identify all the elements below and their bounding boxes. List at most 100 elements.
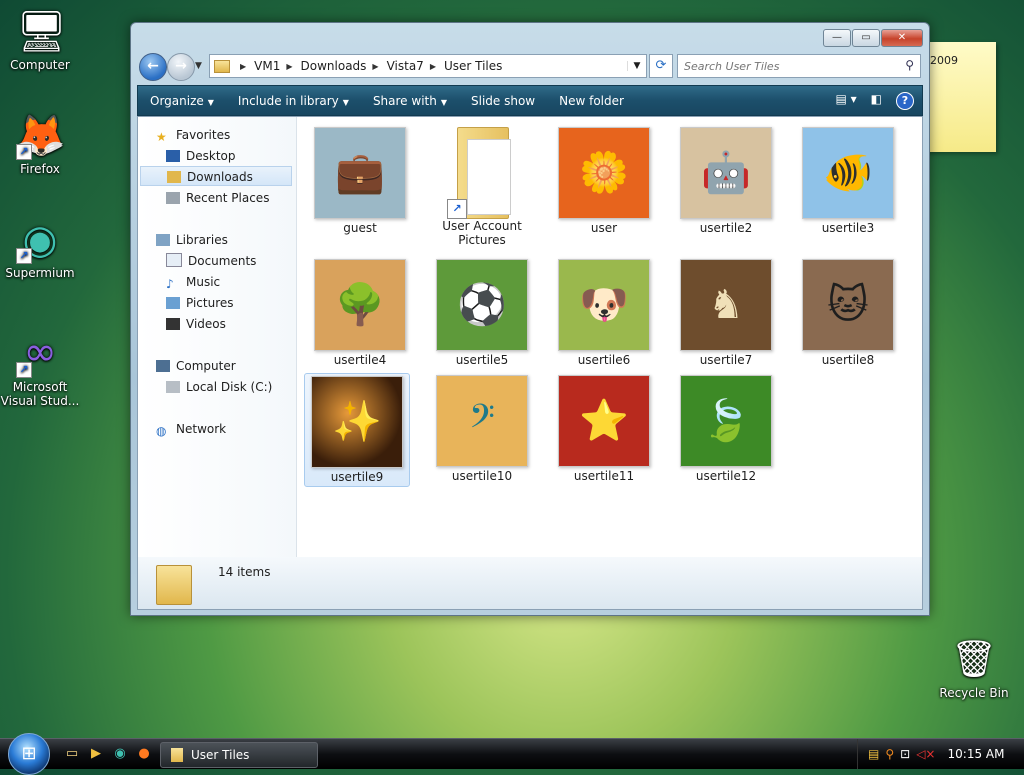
- view-options-icon[interactable]: ▤ ▾: [835, 92, 856, 110]
- tray-folder-icon[interactable]: ▤: [868, 747, 879, 761]
- navigation-bar: ← → ▼ ▶ VM1 ▶ Downloads ▶ Vista7 ▶ User Tile…: [137, 53, 923, 81]
- thumbnail-image: ✨: [311, 376, 403, 468]
- desktop-icon-label: Recycle Bin: [939, 686, 1009, 700]
- network-icon[interactable]: ⊡: [900, 747, 910, 761]
- supermium-quicklaunch-icon[interactable]: ◉: [112, 746, 128, 762]
- thumbnail-image: 🌼: [558, 127, 650, 219]
- close-button[interactable]: ✕: [881, 29, 923, 47]
- start-button[interactable]: ⊞: [8, 733, 50, 775]
- chevron-down-icon: ▼: [207, 97, 214, 107]
- desktop-icon-computer[interactable]: 🖥 Computer: [0, 8, 80, 72]
- bonsai-icon: 🌳: [335, 282, 385, 328]
- file-item-usertile2[interactable]: 🤖 usertile2: [674, 127, 778, 235]
- search-input[interactable]: [678, 55, 886, 77]
- desktop-icon-supermium[interactable]: ◉ ↗ Supermium: [0, 216, 80, 280]
- breadcrumb-user-tiles[interactable]: ▶ User Tiles: [424, 59, 503, 73]
- sidebar-item-music[interactable]: ♪ Music: [166, 272, 220, 292]
- file-item-usertile4[interactable]: 🌳 usertile4: [308, 259, 412, 367]
- file-item-usertile8[interactable]: 🐱 usertile8: [796, 259, 900, 367]
- sidebar-item-computer[interactable]: Computer: [156, 356, 236, 376]
- sidebar-item-pictures[interactable]: Pictures: [166, 293, 234, 313]
- folder-icon: [156, 565, 192, 605]
- sidebar-item-libraries[interactable]: Libraries: [156, 230, 228, 250]
- volume-muted-icon[interactable]: ◁×: [916, 747, 935, 761]
- sidebar-item-downloads[interactable]: Downloads: [140, 166, 292, 186]
- sticky-note[interactable]: 2009: [926, 42, 996, 152]
- sidebar-item-local-disk[interactable]: Local Disk (C:): [166, 377, 272, 397]
- sidebar-item-documents[interactable]: Documents: [166, 251, 256, 271]
- sidebar-item-recent-places[interactable]: Recent Places: [166, 188, 269, 208]
- desktop-icon-label: Microsoft Visual Stud...: [0, 380, 80, 408]
- back-button[interactable]: ←: [139, 53, 167, 81]
- sticky-note-text: 2009: [930, 54, 958, 67]
- shortcut-arrow-icon: ↗: [16, 144, 32, 160]
- sidebar-item-desktop[interactable]: Desktop: [166, 146, 236, 166]
- documents-icon: [166, 253, 182, 267]
- breadcrumb-vm1[interactable]: ▶ VM1: [234, 59, 280, 73]
- file-item-usertile7[interactable]: ♞ usertile7: [674, 259, 778, 367]
- firefox-icon: 🦊 ↗: [16, 113, 66, 160]
- new-folder-button[interactable]: New folder: [547, 94, 636, 108]
- thumbnail-image: ⭐: [558, 375, 650, 467]
- address-bar[interactable]: ▶ VM1 ▶ Downloads ▶ Vista7 ▶ User Tiles ▼: [209, 54, 647, 78]
- sidebar-item-favorites[interactable]: ★ Favorites: [156, 125, 230, 145]
- drive-icon: [166, 381, 180, 393]
- refresh-button[interactable]: ⟳: [649, 54, 673, 78]
- help-icon[interactable]: ?: [896, 91, 914, 110]
- folder-icon: ↗: [447, 127, 517, 219]
- file-item-usertile5[interactable]: ⚽ usertile5: [430, 259, 534, 367]
- videos-icon: [166, 318, 180, 330]
- command-bar: Organize ▼ Include in library ▼ Share with…: [137, 85, 923, 116]
- recent-pages-dropdown-icon[interactable]: ▼: [195, 61, 202, 71]
- breadcrumb-vista7[interactable]: ▶ Vista7: [366, 59, 423, 73]
- chevron-down-icon: ▼: [440, 97, 447, 107]
- preview-pane-icon[interactable]: ◧: [871, 92, 882, 110]
- desktop-icon-firefox[interactable]: 🦊 ↗ Firefox: [0, 112, 80, 176]
- file-item-user[interactable]: 🌼 user: [552, 127, 656, 235]
- explorer-window: — ▭ ✕ ← → ▼ ▶ VM1 ▶ Downloads ▶ Vista7 ▶ Use…: [130, 22, 930, 616]
- desktop-icon-visual-studio[interactable]: ∞ ↗ Microsoft Visual Stud...: [0, 330, 80, 408]
- suitcase-icon: 💼: [335, 150, 385, 196]
- maximize-button[interactable]: ▭: [852, 29, 880, 47]
- desktop-icon: [166, 150, 180, 162]
- share-with-button[interactable]: Share with ▼: [361, 94, 459, 108]
- computer-icon: 🖥: [16, 9, 67, 55]
- file-name: usertile7: [699, 353, 753, 367]
- media-player-quicklaunch-icon[interactable]: ▶: [88, 746, 104, 762]
- file-name: usertile10: [451, 469, 513, 483]
- desktop-icon-recycle-bin[interactable]: 🗑 Recycle Bin: [934, 636, 1014, 700]
- firefox-quicklaunch-icon[interactable]: ●: [136, 746, 152, 762]
- thumbnail-image: 🍃: [680, 375, 772, 467]
- sidebar-item-videos[interactable]: Videos: [166, 314, 226, 334]
- minimize-button[interactable]: —: [823, 29, 851, 47]
- libraries-icon: [156, 234, 170, 246]
- file-item-usertile3[interactable]: 🐠 usertile3: [796, 127, 900, 235]
- organize-button[interactable]: Organize ▼: [138, 94, 226, 108]
- search-box[interactable]: ⚲: [677, 54, 921, 78]
- thumbnail-image: 𝄢: [436, 375, 528, 467]
- forward-button[interactable]: →: [167, 53, 195, 81]
- clock[interactable]: 10:15 AM: [948, 747, 1005, 761]
- address-dropdown-icon[interactable]: ▼: [627, 61, 646, 71]
- puppy-icon: 🐶: [579, 282, 629, 328]
- file-item-usertile9[interactable]: ✨ usertile9: [304, 373, 410, 487]
- sidebar-item-network[interactable]: ◍ Network: [156, 419, 226, 439]
- file-item-usertile6[interactable]: 🐶 usertile6: [552, 259, 656, 367]
- include-in-library-button[interactable]: Include in library ▼: [226, 94, 361, 108]
- file-item-usertile12[interactable]: 🍃 usertile12: [674, 375, 778, 483]
- thumbnail-image: ⚽: [436, 259, 528, 351]
- recycle-bin-icon: 🗑: [951, 639, 997, 680]
- explorer-quicklaunch-icon[interactable]: ▭: [64, 746, 80, 762]
- taskbar-button-user-tiles[interactable]: User Tiles: [160, 742, 318, 768]
- search-icon[interactable]: ⚲: [905, 58, 914, 72]
- taskbar: ⊞ ▭ ▶ ◉ ● User Tiles ▤ ⚲ ⊡ ◁× 10:15 AM: [0, 733, 1024, 775]
- file-item-usertile11[interactable]: ⭐ usertile11: [552, 375, 656, 483]
- breadcrumb-downloads[interactable]: ▶ Downloads: [280, 59, 366, 73]
- file-item-guest[interactable]: 💼 guest: [308, 127, 412, 235]
- tray-search-icon[interactable]: ⚲: [885, 747, 894, 761]
- file-item-user-account-pictures[interactable]: ↗ User Account Pictures: [430, 127, 534, 247]
- thumbnail-image: ♞: [680, 259, 772, 351]
- slide-show-button[interactable]: Slide show: [459, 94, 547, 108]
- file-item-usertile10[interactable]: 𝄢 usertile10: [430, 375, 534, 483]
- chevron-right-icon: ▶: [286, 61, 293, 71]
